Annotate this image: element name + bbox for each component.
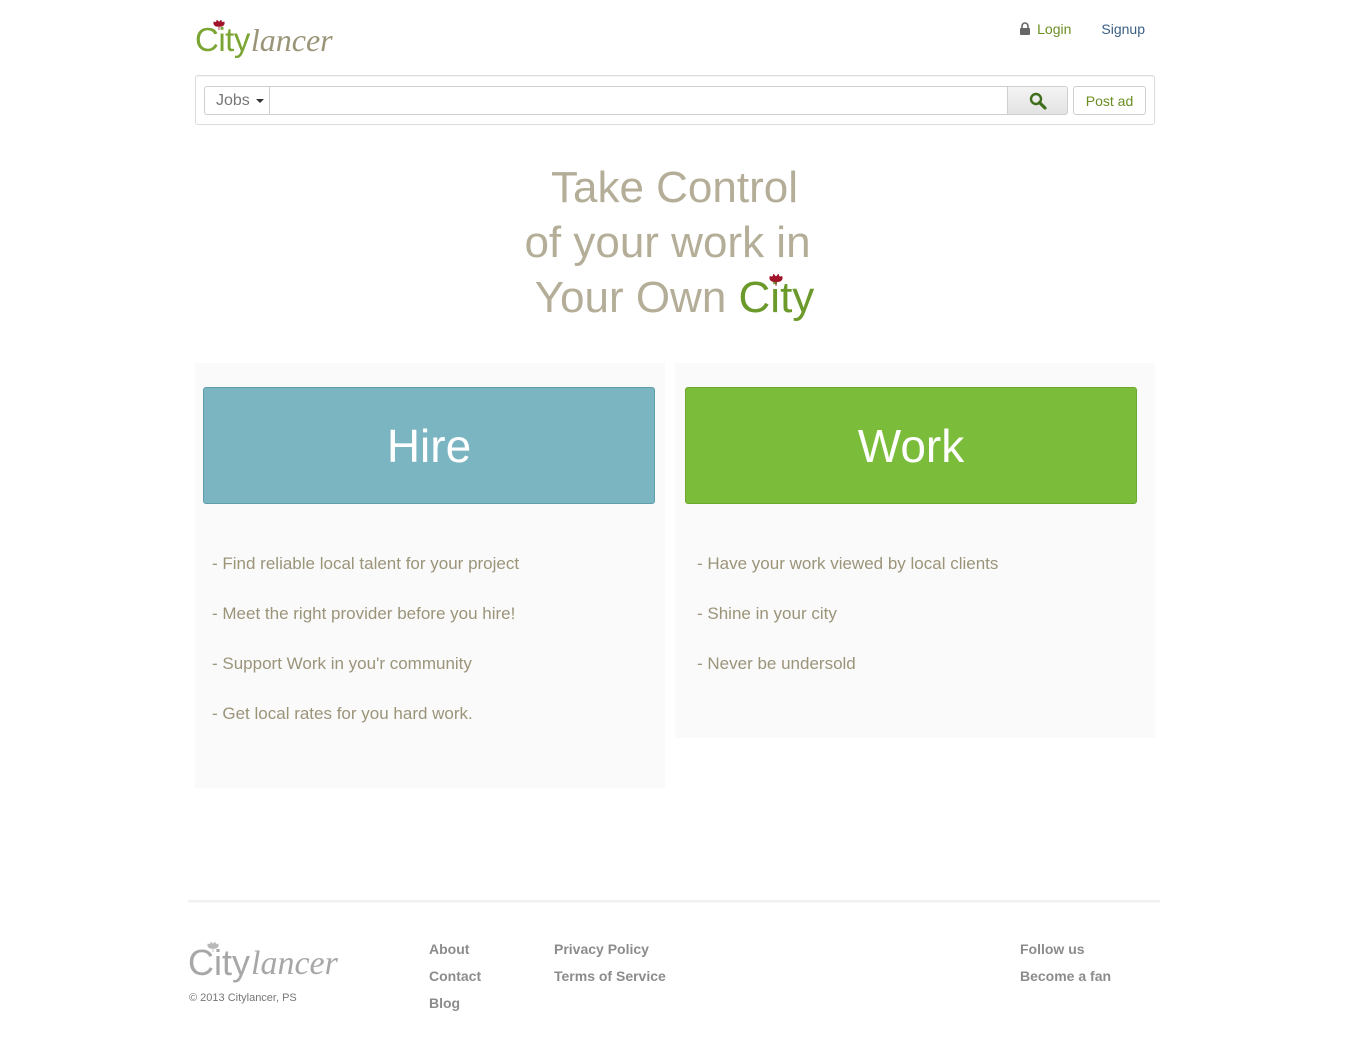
list-item: - Never be undersold bbox=[697, 654, 856, 673]
hero-line-1: Take Control bbox=[550, 163, 798, 212]
leaf-icon bbox=[207, 941, 219, 952]
hire-button[interactable]: Hire bbox=[203, 387, 655, 504]
list-item: - Support Work in you'r community bbox=[212, 654, 472, 673]
signup-link[interactable]: Signup bbox=[1101, 21, 1145, 37]
login-label: Login bbox=[1037, 21, 1072, 37]
footer-col-company: About Contact Blog bbox=[429, 936, 481, 1017]
footer-link-privacy[interactable]: Privacy Policy bbox=[554, 936, 666, 963]
footer-link-fan[interactable]: Become a fan bbox=[1020, 963, 1111, 990]
list-item: - Meet the right provider before you hir… bbox=[212, 604, 516, 623]
leaf-icon bbox=[769, 273, 783, 286]
footer-logo[interactable]: City lancer bbox=[188, 941, 338, 983]
search-icon bbox=[1029, 92, 1047, 110]
footer-logo-lancer-text: lancer bbox=[251, 945, 338, 982]
work-button[interactable]: Work bbox=[685, 387, 1137, 504]
logo-lancer-text: lancer bbox=[250, 22, 333, 58]
search-bar: Jobs Post ad bbox=[195, 75, 1155, 125]
leaf-icon bbox=[213, 19, 225, 30]
account-links: Login Signup bbox=[1019, 21, 1145, 37]
footer-link-follow[interactable]: Follow us bbox=[1020, 936, 1111, 963]
hero-headline: Take Control of your work in Your Own Ci… bbox=[0, 160, 1349, 325]
hero-line-2: of your work in bbox=[524, 218, 811, 267]
work-panel: Work - Have your work viewed by local cl… bbox=[675, 363, 1155, 738]
footer-link-blog[interactable]: Blog bbox=[429, 990, 481, 1017]
caret-down-icon bbox=[255, 98, 264, 103]
list-item: - Get local rates for you hard work. bbox=[212, 704, 473, 723]
copyright: © 2013 Citylancer, PS bbox=[189, 992, 297, 1004]
hero-line-3-prefix: Your Own bbox=[534, 273, 727, 322]
hero-city-word: City bbox=[738, 273, 815, 322]
list-item: - Find reliable local talent for your pr… bbox=[212, 554, 520, 573]
search-input[interactable] bbox=[270, 86, 1008, 115]
hire-panel: Hire - Find reliable local talent for yo… bbox=[195, 363, 665, 788]
footer-link-contact[interactable]: Contact bbox=[429, 963, 481, 990]
search-button[interactable] bbox=[1007, 86, 1068, 115]
category-dropdown[interactable]: Jobs bbox=[204, 86, 270, 115]
hero-line-3: Your Own City bbox=[0, 270, 1349, 325]
lock-icon bbox=[1020, 22, 1031, 35]
footer-link-about[interactable]: About bbox=[429, 936, 481, 963]
login-link[interactable]: Login bbox=[1019, 21, 1071, 37]
footer-divider bbox=[188, 900, 1160, 903]
list-item: - Shine in your city bbox=[697, 604, 837, 623]
footer-link-terms[interactable]: Terms of Service bbox=[554, 963, 666, 990]
footer-col-legal: Privacy Policy Terms of Service bbox=[554, 936, 666, 990]
footer-col-social: Follow us Become a fan bbox=[1020, 936, 1111, 990]
list-item: - Have your work viewed by local clients bbox=[697, 554, 999, 573]
footer-logo-city-text: City bbox=[188, 941, 250, 983]
post-ad-button[interactable]: Post ad bbox=[1073, 86, 1146, 115]
category-selected: Jobs bbox=[216, 91, 250, 109]
site-logo[interactable]: City lancer bbox=[195, 14, 333, 56]
work-features: - Have your work viewed by local clients… bbox=[697, 553, 998, 703]
logo-city-text: City bbox=[195, 19, 250, 58]
hire-features: - Find reliable local talent for your pr… bbox=[212, 553, 519, 753]
